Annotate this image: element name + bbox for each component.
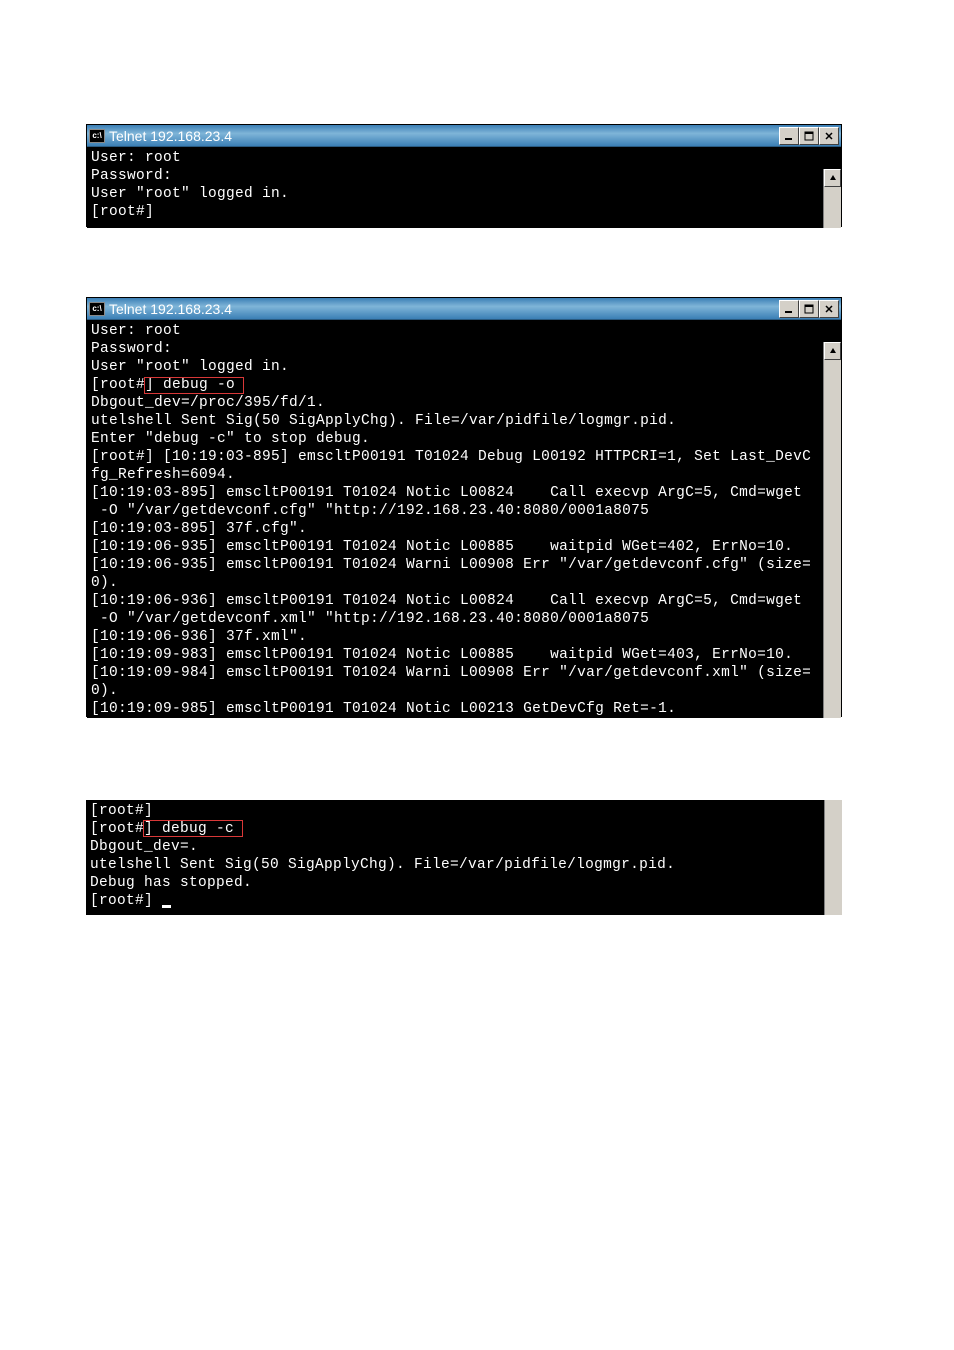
scrollbar-2[interactable]	[823, 342, 841, 718]
window-buttons-1	[779, 127, 839, 145]
minimize-button[interactable]	[779, 127, 799, 145]
minimize-button[interactable]	[779, 300, 799, 318]
scroll-up-icon[interactable]	[824, 169, 841, 187]
window-title-1: Telnet 192.168.23.4	[109, 128, 779, 144]
telnet-snippet-3: [root#] [root#] debug -c Dbgout_dev=. ut…	[86, 800, 842, 915]
close-button[interactable]	[819, 127, 839, 145]
close-button[interactable]	[819, 300, 839, 318]
titlebar-2[interactable]: c:\ Telnet 192.168.23.4	[87, 298, 841, 320]
scrollbar-1[interactable]	[823, 169, 841, 228]
scroll-track[interactable]	[824, 360, 841, 718]
maximize-button[interactable]	[799, 300, 819, 318]
terminal-output-3[interactable]: [root#] [root#] debug -c Dbgout_dev=. ut…	[86, 800, 824, 915]
telnet-window-2: c:\ Telnet 192.168.23.4 User: root Passw…	[86, 297, 842, 717]
scroll-track[interactable]	[825, 800, 842, 915]
scrollbar-3[interactable]	[824, 800, 842, 915]
maximize-button[interactable]	[799, 127, 819, 145]
telnet-window-1: c:\ Telnet 192.168.23.4 User: root Passw…	[86, 124, 842, 227]
scroll-track[interactable]	[824, 187, 841, 228]
cmd-icon: c:\	[89, 302, 105, 316]
window-buttons-2	[779, 300, 839, 318]
terminal-output-1[interactable]: User: root Password: User "root" logged …	[87, 147, 823, 228]
cmd-icon: c:\	[89, 129, 105, 143]
window-title-2: Telnet 192.168.23.4	[109, 301, 779, 317]
titlebar-1[interactable]: c:\ Telnet 192.168.23.4	[87, 125, 841, 147]
terminal-output-2[interactable]: User: root Password: User "root" logged …	[87, 320, 823, 718]
scroll-up-icon[interactable]	[824, 342, 841, 360]
